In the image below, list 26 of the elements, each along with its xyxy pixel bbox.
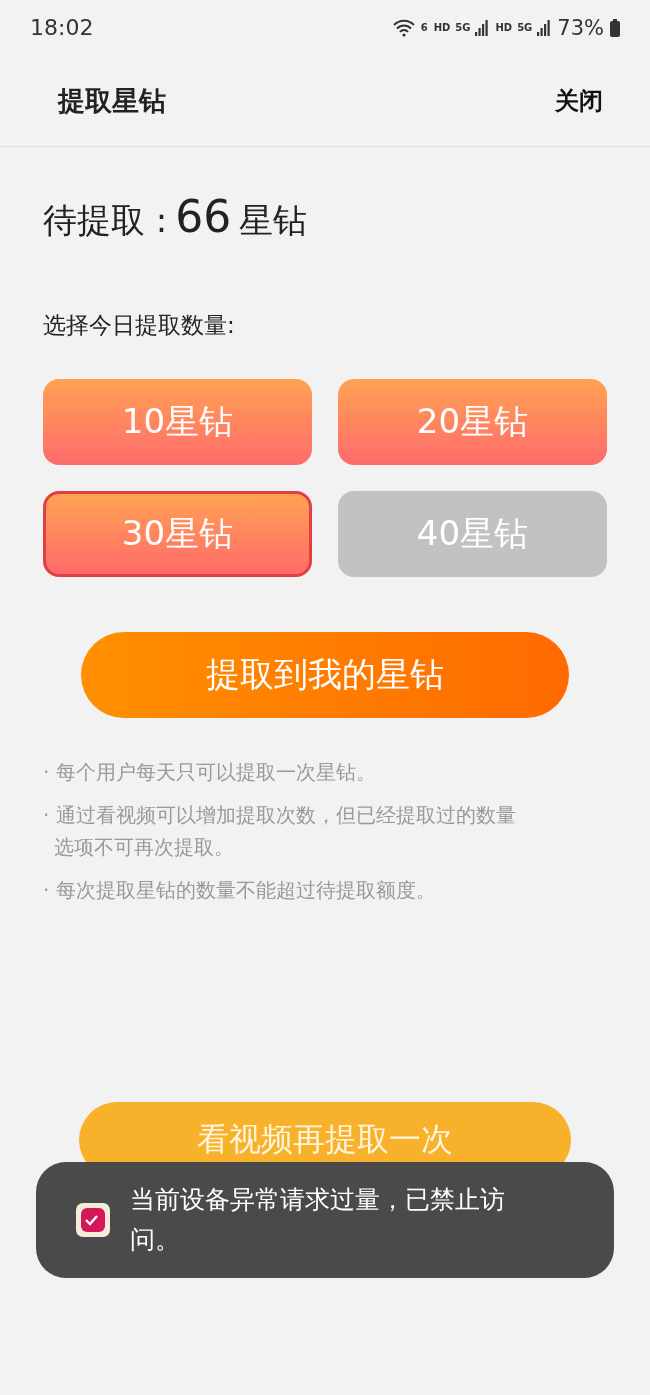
app-icon — [76, 1203, 110, 1237]
pending-label: 待提取 : — [43, 199, 168, 242]
battery-icon — [610, 18, 620, 37]
signal-icon — [475, 19, 490, 36]
page-title: 提取星钻 — [58, 83, 166, 118]
rule-note: · 每次提取星钻的数量不能超过待提取额度。 — [43, 877, 437, 904]
wifi-band-label: 6 — [420, 22, 428, 33]
close-button[interactable]: 关闭 — [555, 84, 603, 117]
rule-note: · 每个用户每天只可以提取一次星钻。 — [43, 759, 377, 786]
network-label: 5G — [517, 22, 533, 33]
choose-label: 选择今日提取数量: — [43, 311, 236, 340]
amount-option[interactable]: 10星钻 — [43, 379, 312, 465]
wifi-icon — [392, 18, 415, 37]
status-time: 18:02 — [30, 15, 94, 40]
pending-amount: 66 — [175, 191, 232, 242]
hd-label: HD — [433, 22, 451, 33]
battery-level: 73% — [557, 15, 604, 40]
toast-message: 当前设备异常请求过量，已禁止访问。 — [130, 1184, 506, 1256]
pending-unit: 星钻 — [239, 199, 308, 242]
signal-icon — [537, 19, 552, 36]
amount-option[interactable]: 30星钻 — [43, 491, 312, 577]
rule-note: · 通过看视频可以增加提取次数，但已经提取过的数量选项不可再次提取。 — [43, 802, 517, 861]
amount-option[interactable]: 20星钻 — [338, 379, 607, 465]
hd-label: HD — [495, 22, 513, 33]
network-label: 5G — [455, 22, 471, 33]
withdraw-button[interactable]: 提取到我的星钻 — [81, 632, 569, 718]
